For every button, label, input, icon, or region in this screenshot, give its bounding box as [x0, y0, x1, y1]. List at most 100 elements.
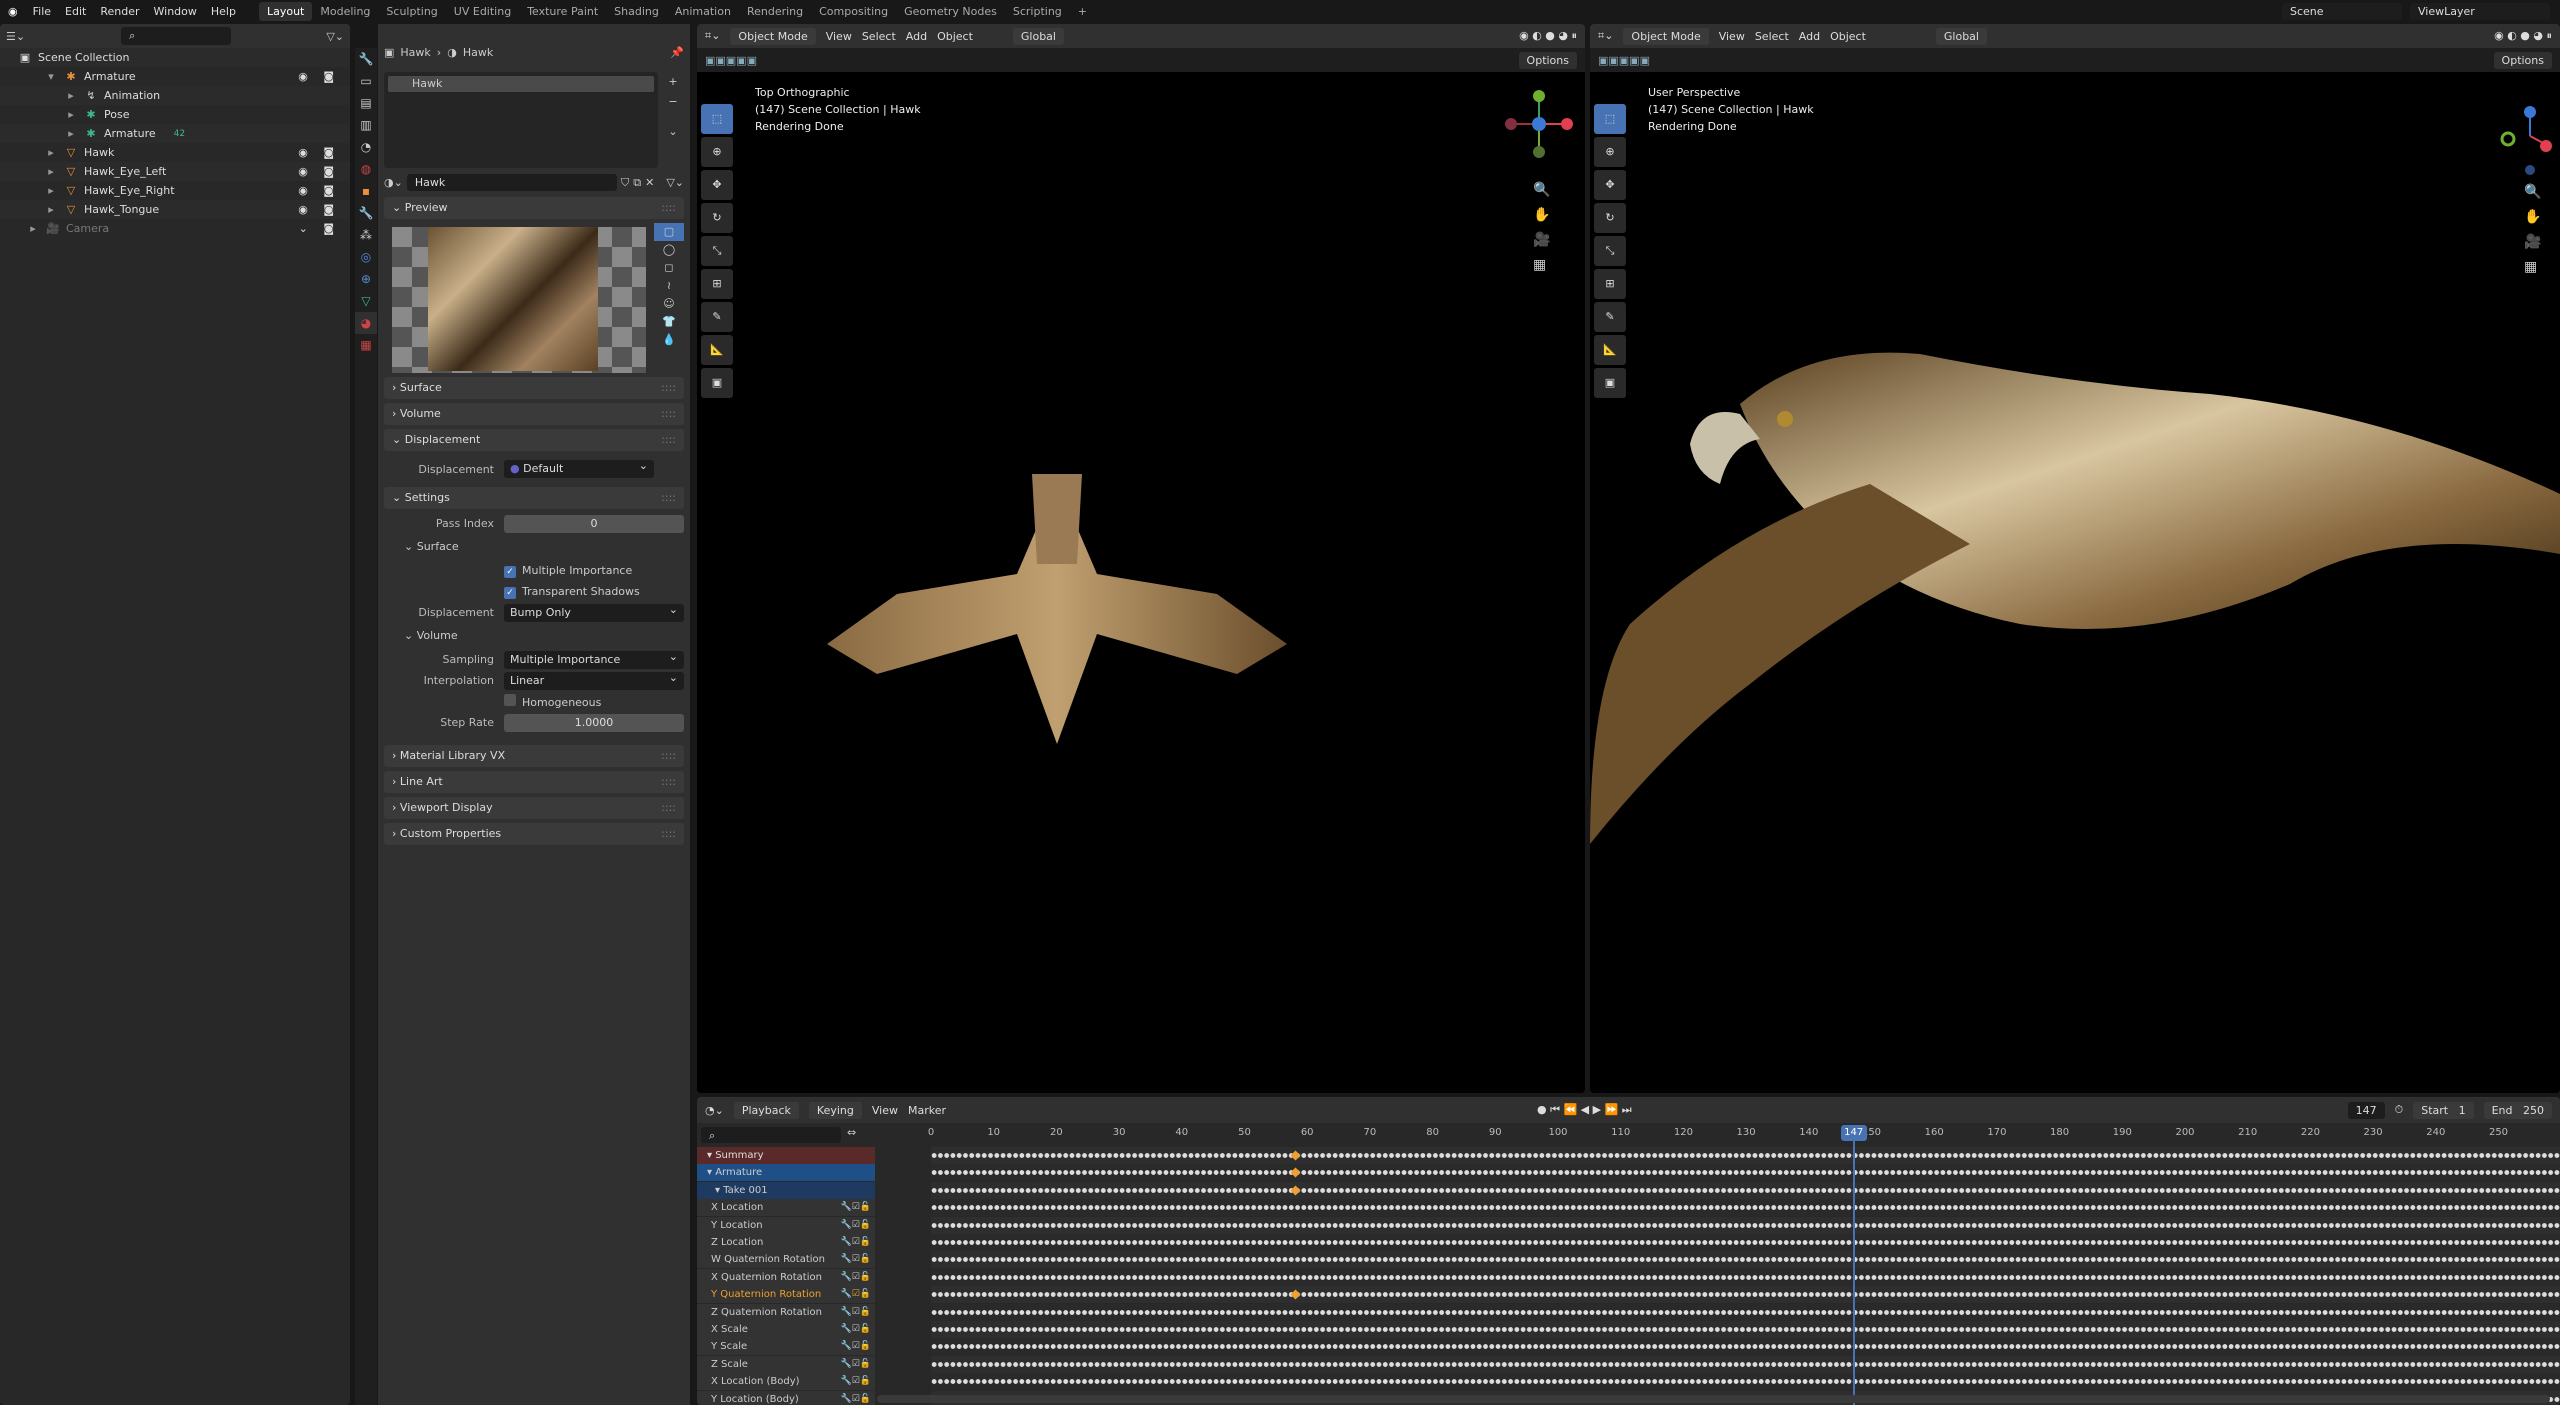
navigation-gizmo[interactable]: 🔍✋🎥▦ [2490, 84, 2560, 284]
channel-toggles[interactable]: 🔧☑🔓 [841, 1391, 871, 1405]
select-menu[interactable]: Select [862, 30, 896, 43]
channel-toggles[interactable]: 🔧☑🔓 [841, 1217, 871, 1234]
preview-hair-icon[interactable]: ≀ [654, 277, 684, 295]
horizontal-scrollbar[interactable] [877, 1395, 2550, 1403]
select-tool-icon[interactable]: ⬚ [1594, 104, 1626, 134]
object-menu[interactable]: Object [937, 30, 973, 43]
cursor-tool-icon[interactable]: ⊕ [701, 137, 733, 167]
collapse-arrow-icon[interactable]: ▾ [707, 1167, 715, 1178]
annotate-tool-icon[interactable]: ✎ [701, 302, 733, 332]
slot-list[interactable]: Hawk [384, 72, 658, 168]
step-rate-field[interactable]: 1.0000 [504, 714, 684, 732]
mode-dropdown[interactable]: Object Mode [1623, 28, 1708, 45]
keyframe-row[interactable] [931, 1356, 2560, 1373]
multiple-importance-checkbox[interactable]: ✓Multiple Importance [504, 564, 632, 578]
blender-logo-icon[interactable]: ◉ [8, 5, 18, 18]
channel-toggles[interactable]: 🔧☑🔓 [841, 1304, 871, 1321]
expand-arrow-icon[interactable]: ▸ [44, 165, 58, 178]
view-menu[interactable]: View [826, 30, 852, 43]
channel-toggles[interactable]: 🔧☑🔓 [841, 1356, 871, 1373]
keyframe-row[interactable] [931, 1182, 2560, 1199]
workspace-tab[interactable]: UV Editing [446, 2, 519, 21]
dope-sheet[interactable]: ◔⌄ Playback Keying View Marker ● ⏮ ⏪ ◀ ▶… [697, 1097, 2560, 1405]
modifier-tab-icon[interactable]: 🔧 [355, 202, 377, 224]
expand-arrow-icon[interactable]: ▸ [64, 89, 78, 102]
channel-toggles[interactable]: 🔧☑🔓 [841, 1234, 871, 1251]
channel-row[interactable]: Z Scale🔧☑🔓 [697, 1356, 875, 1373]
browse-material-icon[interactable]: ◑⌄ [384, 176, 403, 189]
keyframe-row[interactable] [931, 1147, 2560, 1164]
orientation-dropdown[interactable]: Global [1013, 28, 1064, 45]
channel-toggles[interactable]: 🔧☑🔓 [841, 1251, 871, 1268]
keyframe-row[interactable] [931, 1164, 2560, 1181]
object-menu[interactable]: Object [1830, 30, 1866, 43]
keyframe-row[interactable] [931, 1199, 2560, 1216]
preview-cloth-icon[interactable]: 👕 [654, 313, 684, 331]
channel-row[interactable]: W Quaternion Rotation🔧☑🔓 [697, 1251, 875, 1268]
material-tab-icon[interactable]: ◕ [355, 312, 377, 334]
keyframe-row[interactable] [931, 1269, 2560, 1286]
workspace-tab[interactable]: Shading [606, 2, 667, 21]
visibility-toggles[interactable]: ◉ ◙ [298, 146, 340, 159]
channel-row[interactable]: X Scale🔧☑🔓 [697, 1321, 875, 1338]
outliner-item[interactable]: ▸▽Hawk_Eye_Left◉ ◙ [0, 162, 350, 181]
shading-icons[interactable]: ◉ ◐ ● ◕ ⏸ [1519, 29, 1577, 43]
channel-row[interactable]: Z Quaternion Rotation🔧☑🔓 [697, 1304, 875, 1321]
visibility-toggles[interactable]: ⌄ ◙ [299, 222, 340, 235]
keyframe-row[interactable] [931, 1321, 2560, 1338]
select-mode-icons[interactable]: ▣▣▣▣▣ [1598, 54, 1650, 67]
preview-monkey-icon[interactable]: ☺ [654, 295, 684, 313]
channel-row[interactable]: ▾ Armature [697, 1164, 875, 1181]
workspace-tab[interactable]: Geometry Nodes [896, 2, 1005, 21]
interpolation-dropdown[interactable]: Linear [504, 672, 684, 690]
world-tab-icon[interactable]: ◍ [355, 158, 377, 180]
add-slot-button[interactable]: + [662, 72, 684, 92]
workspace-tab[interactable]: Animation [667, 2, 739, 21]
menu-render[interactable]: Render [93, 5, 146, 18]
outliner-item[interactable]: ▸✱Pose [0, 105, 350, 124]
sampling-dropdown[interactable]: Multiple Importance [504, 651, 684, 669]
options-dropdown[interactable]: Options [1519, 52, 1577, 69]
preview-cube-icon[interactable]: ◻ [654, 259, 684, 277]
viewport-top[interactable]: ⌗⌄ Object Mode ViewSelectAddObject Globa… [697, 24, 1585, 1093]
surface-section[interactable]: › Surface:::: [384, 377, 684, 399]
keyframe-row[interactable] [931, 1304, 2560, 1321]
keyframe-row[interactable] [931, 1338, 2560, 1355]
menu-window[interactable]: Window [147, 5, 204, 18]
playhead[interactable] [1853, 1141, 1855, 1405]
transparent-shadows-checkbox[interactable]: ✓Transparent Shadows [504, 585, 640, 599]
outliner-item[interactable]: ▸🎥Camera⌄ ◙ [0, 219, 350, 238]
slot-menu-button[interactable]: ⌄ [662, 122, 684, 142]
tool-tab-icon[interactable]: 🔧 [355, 48, 377, 70]
constraints-tab-icon[interactable]: ⊕ [355, 268, 377, 290]
workspace-tab[interactable]: + [1070, 2, 1095, 21]
workspace-tab[interactable]: Sculpting [378, 2, 445, 21]
channel-toggles[interactable]: 🔧☑🔓 [841, 1373, 871, 1390]
preview-flat-icon[interactable]: ▢ [654, 223, 684, 241]
add-menu[interactable]: Add [906, 30, 927, 43]
scale-tool-icon[interactable]: ⤡ [701, 236, 733, 266]
workspace-tab[interactable]: Texture Paint [519, 2, 606, 21]
displacement-section[interactable]: ⌄ Displacement:::: [384, 429, 684, 451]
link-data-icon[interactable]: ▽⌄ [666, 176, 684, 189]
editor-type-icon[interactable]: ⌗⌄ [705, 29, 720, 43]
channel-toggles[interactable]: 🔧☑🔓 [841, 1199, 871, 1216]
object-tab-icon[interactable]: ▪ [355, 180, 377, 202]
workspace-tab[interactable]: Compositing [811, 2, 896, 21]
add-cube-tool-icon[interactable]: ▣ [701, 368, 733, 398]
options-dropdown[interactable]: Options [2494, 52, 2552, 69]
expand-arrow-icon[interactable]: ▸ [44, 146, 58, 159]
volume-section[interactable]: › Volume:::: [384, 403, 684, 425]
outliner-item[interactable]: ▸▽Hawk_Tongue◉ ◙ [0, 200, 350, 219]
view-layer-selector[interactable]: ViewLayer [2410, 3, 2550, 20]
collapse-arrow-icon[interactable]: ▾ [707, 1150, 715, 1161]
editor-type-icon[interactable]: ⌗⌄ [1598, 29, 1613, 43]
keyframe-row[interactable] [931, 1251, 2560, 1268]
unlink-icon[interactable]: ✕ [645, 176, 654, 189]
add-menu[interactable]: Add [1799, 30, 1820, 43]
channel-row[interactable]: ▾ Take 001 [697, 1182, 875, 1199]
channel-toggles[interactable]: 🔧☑🔓 [841, 1269, 871, 1286]
outliner-item[interactable]: ▾✱Armature◉ ◙ [0, 67, 350, 86]
data-tab-icon[interactable]: ▽ [355, 290, 377, 312]
collapsed-section[interactable]: › Line Art:::: [384, 771, 684, 793]
